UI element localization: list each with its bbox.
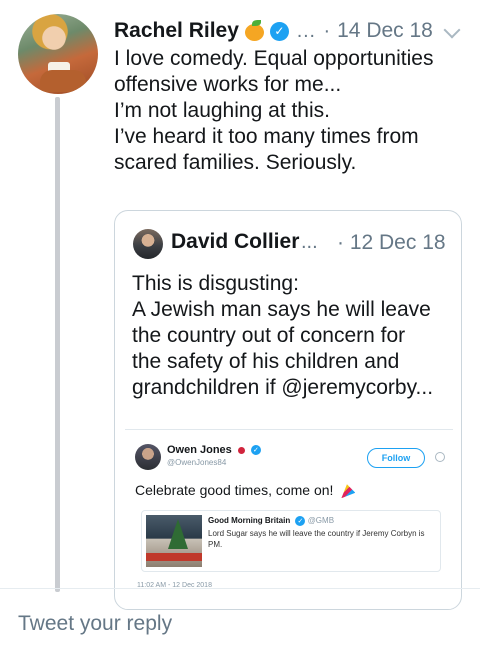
author-name[interactable]: Rachel Riley (114, 19, 239, 43)
tweet-header: Rachel Riley ✓ … · 14 Dec 18 (114, 16, 433, 46)
follow-button: Follow (367, 448, 425, 468)
embedded-author-name: Owen Jones (167, 444, 232, 456)
quoted-line: This is disgusting: (132, 272, 299, 295)
tweet-line: I love comedy. Equal opportunities (114, 47, 434, 70)
quoted-date: · 12 Dec 18 (337, 231, 446, 254)
tweet-line: offensive works for me... (114, 73, 342, 96)
verified-icon: ✓ (250, 445, 261, 456)
card-text: Lord Sugar says he will leave the countr… (208, 529, 425, 549)
tweet-line: I’ve heard it too many times from (114, 125, 419, 148)
card-source-handle: @GMB (307, 516, 335, 526)
card-thumbnail (146, 515, 202, 567)
card-source-name: Good Morning Britain (208, 516, 291, 526)
verified-icon: ✓ (295, 516, 306, 526)
chevron-down-icon[interactable] (443, 21, 461, 39)
embedded-author-handle: @OwenJones84 (167, 458, 227, 467)
author-avatar[interactable] (18, 14, 98, 94)
verified-icon: ✓ (269, 21, 289, 41)
embedded-text: Celebrate good times, come on! (135, 482, 356, 499)
quoted-author-name: David Collier (171, 230, 300, 253)
orange-icon (244, 20, 265, 41)
link-card: Good Morning Britain ✓ @GMB Lord Sugar s… (141, 510, 441, 572)
tweet-line: scared families. Seriously. (114, 151, 357, 174)
embedded-text-content: Celebrate good times, come on! (135, 482, 334, 498)
rose-icon (237, 446, 245, 454)
header-ellipsis: … · (295, 19, 332, 42)
card-source: Good Morning Britain ✓ @GMB (208, 516, 334, 526)
party-popper-icon (341, 484, 356, 499)
reply-divider (0, 588, 480, 589)
quoted-line: the safety of his children and (132, 350, 400, 373)
embedded-author-row: Owen Jones ✓ (167, 444, 261, 456)
reply-input[interactable]: Tweet your reply (18, 612, 172, 636)
quoted-line: A Jewish man says he will leave (132, 298, 431, 321)
quoted-line: grandchildren if @jeremycorby... (132, 376, 434, 399)
quoted-line: the country out of concern for (132, 324, 406, 347)
quoted-ellipsis: ... (301, 231, 318, 253)
avatar-dog (40, 70, 86, 92)
quoted-author-avatar (133, 229, 163, 259)
thread-line (55, 97, 60, 592)
quoted-text: This is disgusting: A Jewish man says he… (132, 271, 456, 401)
tweet-text: I love comedy. Equal opportunities offen… (114, 46, 464, 176)
embedded-author-avatar (135, 444, 161, 470)
embedded-tweet-screenshot: Owen Jones ✓ @OwenJones84 Follow Celebra… (125, 429, 453, 609)
tweet-date[interactable]: 14 Dec 18 (337, 19, 433, 43)
tweet-line: I’m not laughing at this. (114, 99, 330, 122)
quoted-tweet[interactable]: David Collier ... · 12 Dec 18 This is di… (114, 210, 462, 610)
chevron-down-icon (435, 452, 445, 462)
